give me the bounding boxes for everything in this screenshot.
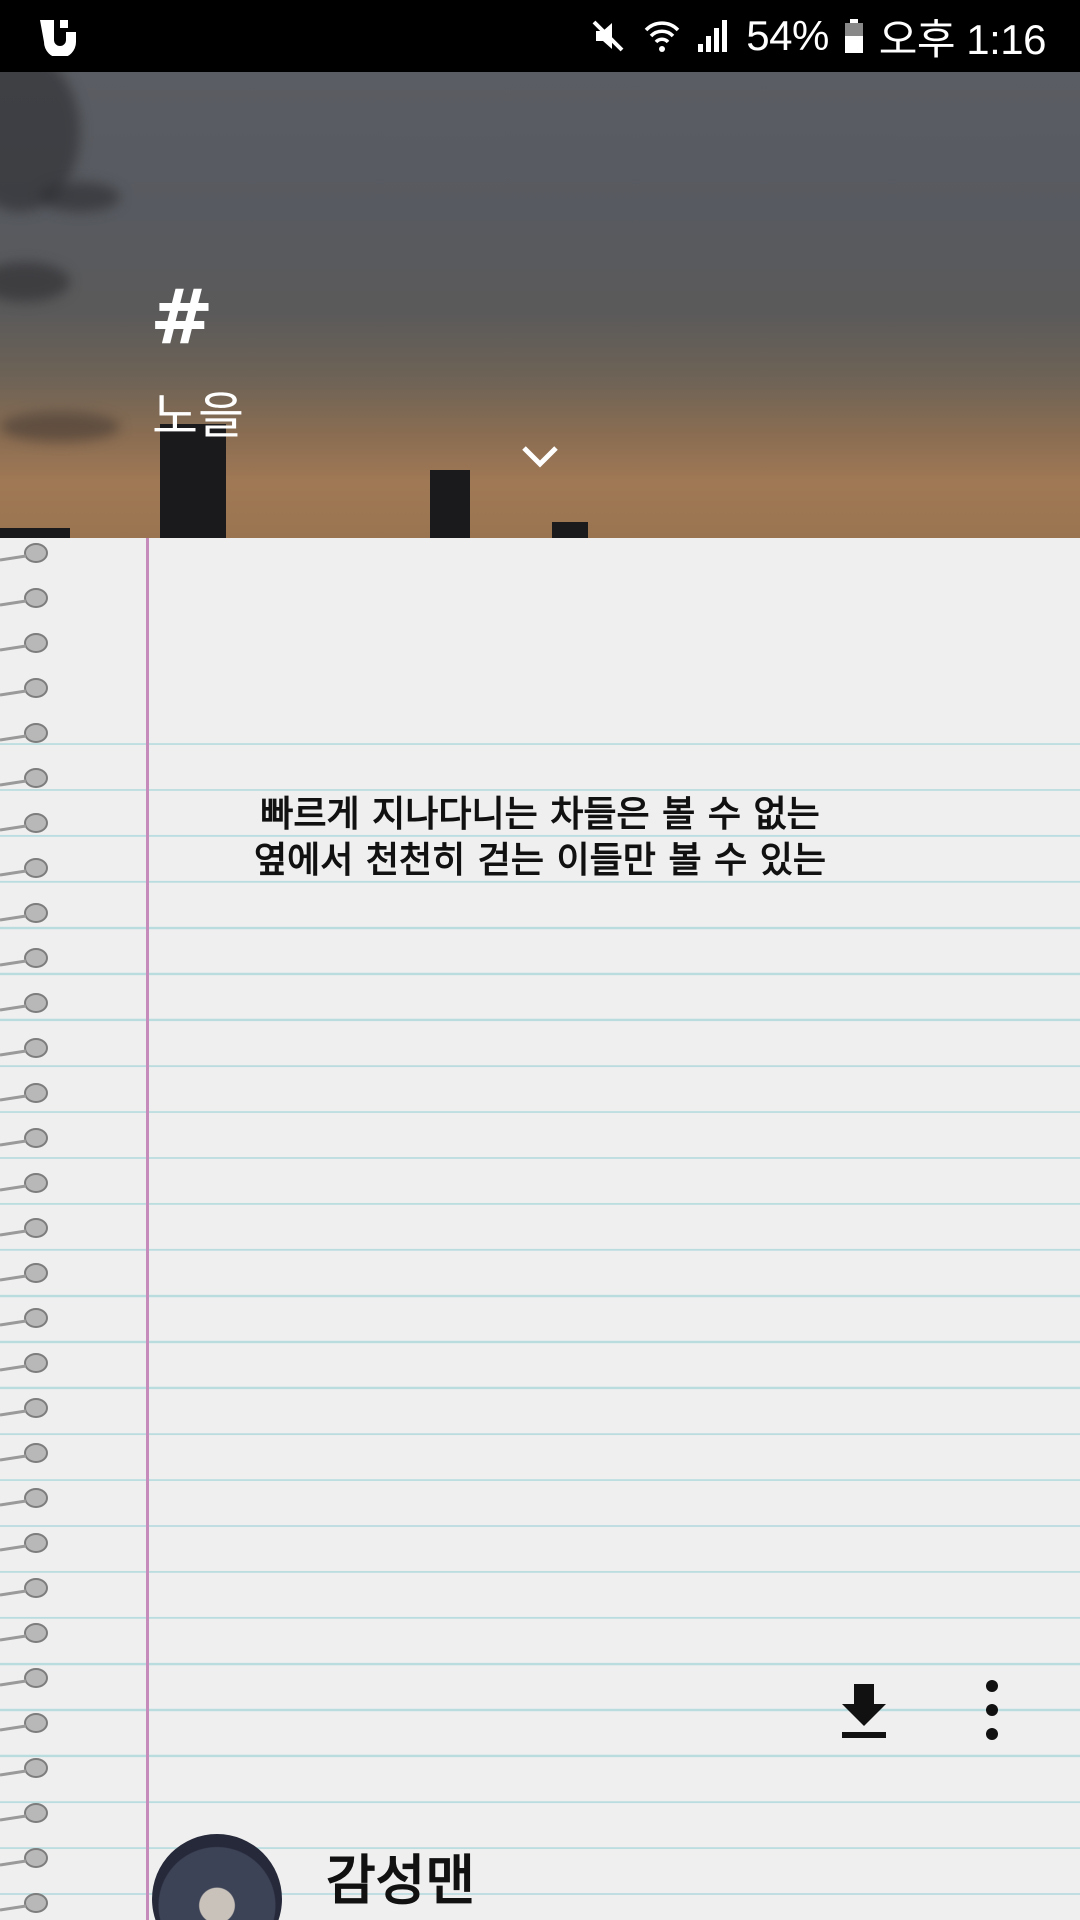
notebook-card: 빠르게 지나다니는 차들은 볼 수 없는 옆에서 천천히 걷는 이들만 볼 수 … xyxy=(0,538,1080,1920)
spiral-binding xyxy=(0,543,48,1913)
post-text: 빠르게 지나다니는 차들은 볼 수 없는 옆에서 천천히 걷는 이들만 볼 수 … xyxy=(180,792,900,884)
clock: 오후 1:16 xyxy=(878,15,1047,63)
status-indicators: 54% 오후 1:16 xyxy=(588,0,1047,72)
signal-icon xyxy=(698,20,728,52)
mute-icon xyxy=(592,20,624,52)
header-photo: # 노을 xyxy=(0,72,1080,538)
author-avatar[interactable] xyxy=(152,1834,282,1920)
wifi-icon xyxy=(644,21,680,52)
app-logo-icon xyxy=(40,20,76,56)
more-vertical-icon[interactable] xyxy=(970,1678,1014,1742)
chevron-down-icon[interactable] xyxy=(520,442,560,472)
hashtag-title: 노을 xyxy=(152,387,244,445)
status-bar: 54% 오후 1:16 xyxy=(0,0,1080,72)
author-name[interactable]: 감성맨 xyxy=(326,1836,475,1915)
download-icon[interactable] xyxy=(836,1680,892,1740)
battery-percent: 54% xyxy=(746,12,829,59)
post-line-1: 빠르게 지나다니는 차들은 볼 수 없는 xyxy=(260,794,820,835)
battery-icon xyxy=(844,19,863,53)
post-line-2: 옆에서 천천히 걷는 이들만 볼 수 있는 xyxy=(254,840,826,881)
hashtag-symbol: # xyxy=(150,272,214,361)
margin-line xyxy=(146,538,149,1920)
